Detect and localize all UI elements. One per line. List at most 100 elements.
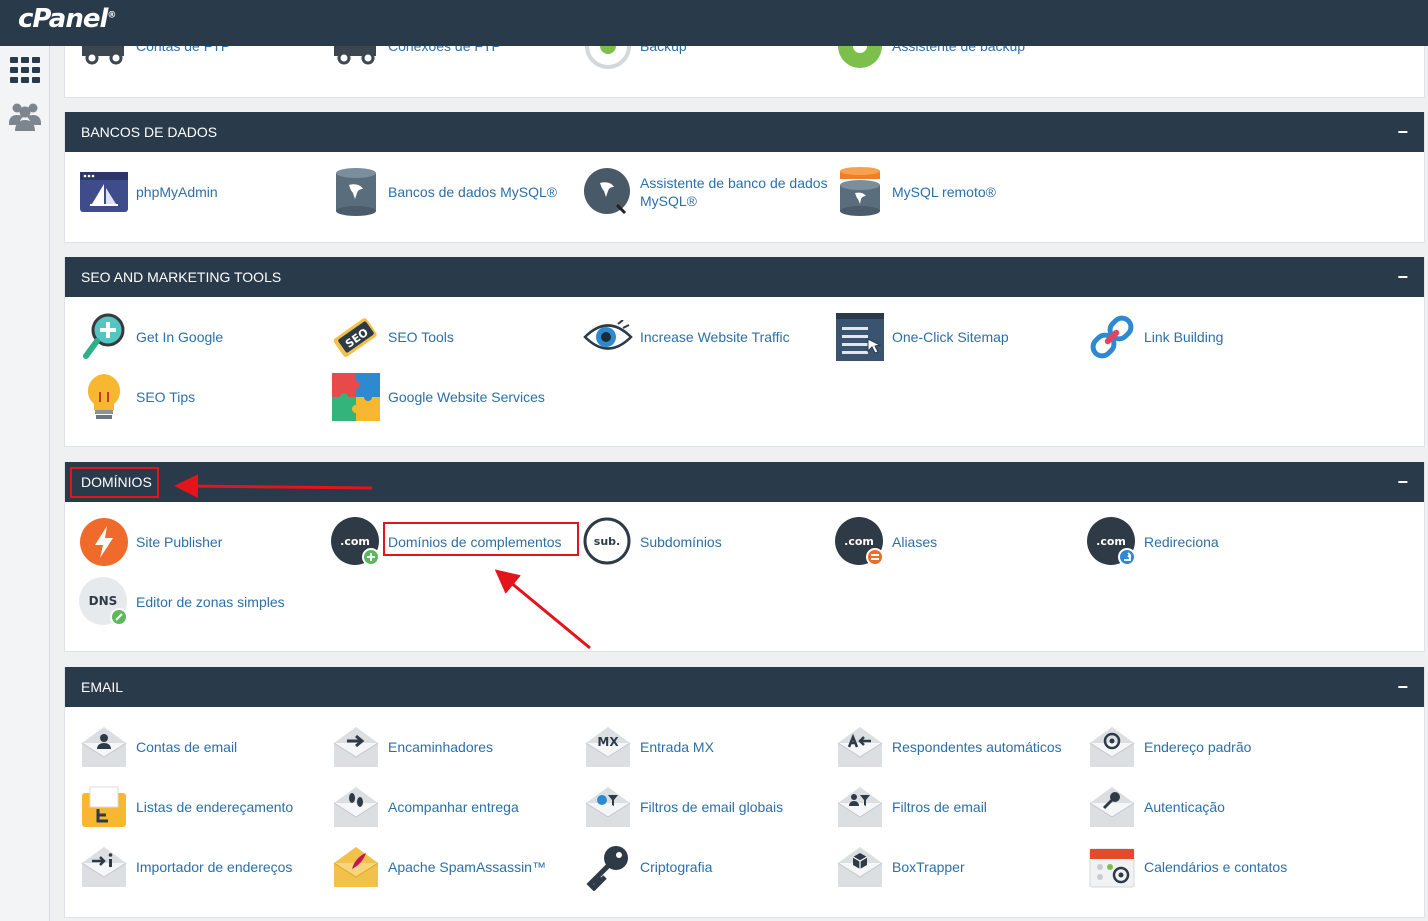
site-publisher-icon — [79, 517, 129, 567]
redirects-link[interactable]: .com Redireciona — [1087, 516, 1339, 568]
eye-icon — [583, 312, 633, 362]
mailing-lists-icon — [79, 782, 129, 832]
phpmyadmin-link[interactable]: phpMyAdmin — [79, 166, 331, 218]
forwarders-link[interactable]: Encaminhadores — [331, 721, 583, 773]
email-panel: EMAIL − Contas de email Encaminhadores M… — [64, 667, 1425, 918]
collapse-button[interactable]: − — [1397, 473, 1408, 491]
item-label: BoxTrapper — [892, 859, 965, 875]
calendars-contacts-link[interactable]: Calendários e contatos — [1087, 841, 1339, 893]
databases-panel: BANCOS DE DADOS − phpMyAdmin Bancos de d… — [64, 112, 1425, 243]
default-address-link[interactable]: Endereço padrão — [1087, 721, 1339, 773]
databases-panel-header[interactable]: BANCOS DE DADOS − — [65, 112, 1424, 152]
grid-icon[interactable] — [9, 54, 41, 86]
get-in-google-link[interactable]: Get In Google — [79, 311, 331, 363]
item-label: Entrada MX — [640, 739, 714, 755]
item-label: Site Publisher — [136, 534, 223, 550]
subdomain-icon: sub. — [583, 517, 633, 567]
increase-traffic-link[interactable]: Increase Website Traffic — [583, 311, 835, 363]
item-label: Acompanhar entrega — [388, 799, 519, 815]
top-bar: cPanel® — [0, 0, 1428, 46]
domains-panel-header[interactable]: DOMÍNIOS − — [65, 462, 1424, 502]
item-label: Filtros de email globais — [640, 799, 784, 815]
domains-title-highlight — [70, 467, 159, 498]
sitemap-icon — [835, 312, 885, 362]
item-label: Bancos de dados MySQL® — [388, 184, 558, 200]
link-building-link[interactable]: Link Building — [1087, 311, 1339, 363]
item-label: One-Click Sitemap — [892, 329, 1009, 345]
item-label: SEO Tools — [388, 329, 454, 345]
google-website-services-link[interactable]: Google Website Services — [331, 371, 583, 423]
email-filters-icon — [835, 782, 885, 832]
global-filters-icon — [583, 782, 633, 832]
collapse-button[interactable]: − — [1397, 123, 1408, 141]
boxtrapper-link[interactable]: BoxTrapper — [835, 841, 1087, 893]
site-publisher-link[interactable]: Site Publisher — [79, 516, 331, 568]
subdomains-link[interactable]: sub. Subdomínios — [583, 516, 835, 568]
mx-entry-link[interactable]: MX Entrada MX — [583, 721, 835, 773]
seo-tips-link[interactable]: SEO Tips — [79, 371, 331, 423]
calendars-contacts-icon — [1087, 842, 1137, 892]
puzzle-icon — [331, 372, 381, 422]
item-label: MySQL remoto® — [892, 184, 996, 200]
default-address-icon — [1087, 722, 1137, 772]
item-label: Endereço padrão — [1144, 739, 1252, 755]
addon-domains-highlight — [383, 522, 579, 556]
cpanel-logo[interactable]: cPanel® — [18, 4, 116, 34]
encryption-link[interactable]: Criptografia — [583, 841, 835, 893]
collapse-button[interactable]: − — [1397, 678, 1408, 696]
seo-panel-header[interactable]: SEO AND MARKETING TOOLS − — [65, 257, 1424, 297]
panel-title: SEO AND MARKETING TOOLS — [81, 269, 282, 285]
zone-editor-link[interactable]: DNS Editor de zonas simples — [79, 576, 331, 628]
redirects-icon: .com — [1087, 517, 1137, 567]
one-click-sitemap-link[interactable]: One-Click Sitemap — [835, 311, 1087, 363]
item-label: Listas de endereçamento — [136, 799, 294, 815]
email-filters-link[interactable]: Filtros de email — [835, 781, 1087, 833]
spamassassin-icon — [331, 842, 381, 892]
item-label: Autenticação — [1144, 799, 1225, 815]
email-accounts-link[interactable]: Contas de email — [79, 721, 331, 773]
item-label: Get In Google — [136, 329, 224, 345]
email-accounts-icon — [79, 722, 129, 772]
item-label: Subdomínios — [640, 534, 722, 550]
autoresponders-link[interactable]: Respondentes automáticos — [835, 721, 1087, 773]
svg-text:.com: .com — [340, 535, 370, 548]
panel-title: BANCOS DE DADOS — [81, 124, 218, 140]
aliases-link[interactable]: .com Aliases — [835, 516, 1087, 568]
track-delivery-link[interactable]: Acompanhar entrega — [331, 781, 583, 833]
seo-tools-link[interactable]: SEO SEO Tools — [331, 311, 583, 363]
email-panel-header[interactable]: EMAIL − — [65, 667, 1424, 707]
users-icon[interactable] — [9, 100, 41, 132]
authentication-link[interactable]: Autenticação — [1087, 781, 1339, 833]
item-label: Aliases — [892, 534, 938, 550]
item-label: Assistente de banco de dados MySQL® — [640, 175, 828, 209]
global-email-filters-link[interactable]: Filtros de email globais — [583, 781, 835, 833]
svg-text:sub.: sub. — [594, 535, 620, 548]
mailing-lists-link[interactable]: Listas de endereçamento — [79, 781, 331, 833]
spamassassin-link[interactable]: Apache SpamAssassin™ — [331, 841, 583, 893]
item-label: Redireciona — [1144, 534, 1219, 550]
collapse-button[interactable]: − — [1397, 268, 1408, 286]
dns-zone-icon: DNS — [79, 577, 129, 627]
mysql-wizard-link[interactable]: Assistente de banco de dados MySQL® — [583, 166, 835, 218]
encryption-key-icon — [583, 842, 633, 892]
svg-text:.com: .com — [844, 535, 874, 548]
item-label: Criptografia — [640, 859, 713, 875]
item-label: Filtros de email — [892, 799, 987, 815]
domains-panel: DOMÍNIOS − Site Publisher .com Domínios … — [64, 462, 1425, 652]
item-label: Contas de email — [136, 739, 238, 755]
sidebar — [0, 46, 50, 921]
seo-tag-icon: SEO — [331, 312, 381, 362]
address-importer-icon — [79, 842, 129, 892]
main-content: Contas de FTP Conexões de FTP Backup Ass… — [50, 0, 1428, 921]
addon-domain-icon: .com — [331, 517, 381, 567]
mysql-databases-link[interactable]: Bancos de dados MySQL® — [331, 166, 583, 218]
remote-mysql-link[interactable]: MySQL remoto® — [835, 166, 1087, 218]
item-label: Increase Website Traffic — [640, 329, 790, 345]
forwarders-icon — [331, 722, 381, 772]
item-label: SEO Tips — [136, 389, 196, 405]
address-importer-link[interactable]: Importador de endereços — [79, 841, 331, 893]
item-label: phpMyAdmin — [136, 184, 218, 200]
svg-text:MX: MX — [597, 735, 619, 749]
aliases-icon: .com — [835, 517, 885, 567]
item-label: Calendários e contatos — [1144, 859, 1288, 875]
